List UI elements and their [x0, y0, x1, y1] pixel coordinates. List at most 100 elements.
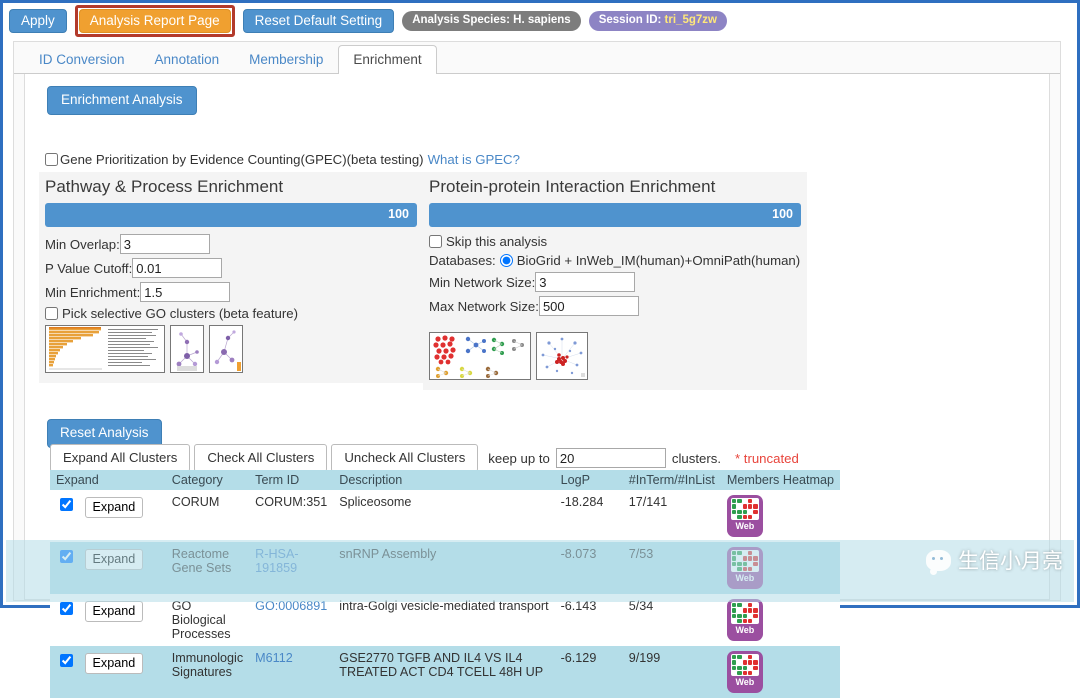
row-checkbox[interactable] — [60, 498, 73, 511]
cell-term-id[interactable]: GO:0006891 — [249, 594, 333, 646]
pathway-process-enrichment-section: Pathway & Process Enrichment 100 Min Ove… — [39, 172, 423, 383]
cell-expand: Expand — [50, 594, 166, 646]
cell-expand: Expand — [50, 646, 166, 698]
ppi-progress-bar: 100 — [429, 203, 801, 227]
skip-analysis-checkbox[interactable] — [429, 235, 442, 248]
expand-all-clusters-button[interactable]: Expand All Clusters — [50, 444, 191, 473]
go-clusters-row: Pick selective GO clusters (beta feature… — [45, 306, 417, 321]
go-network-thumbnail-2[interactable] — [209, 325, 243, 373]
cell-description: Spliceosome — [339, 495, 412, 509]
members-heatmap-button[interactable]: Web — [726, 547, 763, 589]
row-checkbox[interactable] — [60, 602, 73, 615]
heatmap-icon — [730, 550, 759, 572]
skip-analysis-label: Skip this analysis — [446, 234, 548, 249]
row-expand-button[interactable]: Expand — [84, 497, 144, 518]
ppi-enrichment-section: Protein-protein Interaction Enrichment 1… — [423, 172, 807, 390]
go-network-thumbnail-1[interactable] — [170, 325, 204, 373]
skip-analysis-row: Skip this analysis — [429, 234, 801, 249]
truncated-note: * truncated — [735, 450, 799, 466]
min-network-size-input[interactable] — [535, 272, 636, 292]
tab-id-conversion[interactable]: ID Conversion — [24, 45, 140, 74]
members-heatmap-button[interactable]: Web — [726, 599, 763, 641]
cell-category: Reactome Gene Sets — [171, 547, 232, 575]
max-network-size-input[interactable] — [538, 296, 639, 316]
cell-logp: -18.284 — [560, 495, 604, 509]
cell-expand: Expand — [50, 542, 166, 594]
min-enrichment-input[interactable] — [140, 282, 231, 302]
check-all-clusters-button[interactable]: Check All Clusters — [194, 444, 328, 473]
cell-members-heatmap: Web — [721, 542, 840, 594]
cell-term-id[interactable]: M6112 — [249, 646, 333, 698]
heatmap-icon — [730, 654, 759, 676]
ppi-thumbnails — [429, 332, 801, 380]
row-expand-button[interactable]: Expand — [84, 549, 144, 570]
heatmap-icon — [730, 602, 759, 624]
page-frame: Apply Analysis Report Page Reset Default… — [0, 0, 1080, 698]
pathway-panel-title: Pathway & Process Enrichment — [39, 172, 423, 203]
ppi-merged-network-thumbnail[interactable] — [536, 332, 588, 380]
th-expand: Expand — [50, 470, 166, 490]
clusters-label: clusters. — [671, 450, 721, 466]
tab-annotation[interactable]: Annotation — [140, 45, 235, 74]
uncheck-all-clusters-button[interactable]: Uncheck All Clusters — [331, 444, 479, 473]
pathway-progress-bar: 100 — [45, 203, 417, 227]
th-interm-inlist: #InTerm/#InList — [622, 470, 721, 490]
cell-term-id[interactable]: R-HSA-191859 — [249, 542, 333, 594]
members-heatmap-button[interactable]: Web — [726, 495, 763, 537]
th-description: Description — [333, 470, 555, 490]
keep-clusters-input[interactable] — [555, 448, 666, 469]
ppi-network-panels-thumbnail[interactable] — [429, 332, 531, 380]
analysis-report-page-highlight: Analysis Report Page — [74, 4, 235, 38]
min-overlap-label: Min Overlap: — [45, 236, 120, 252]
cell-description: snRNP Assembly — [339, 547, 437, 561]
gpec-checkbox[interactable] — [45, 153, 58, 166]
analysis-report-page-button[interactable]: Analysis Report Page — [78, 8, 231, 34]
table-row: Expand Reactome Gene Sets R-HSA-191859 s… — [50, 542, 840, 594]
min-network-size-row: Min Network Size: — [429, 272, 801, 292]
cell-category: GO Biological Processes — [171, 599, 231, 641]
table-row: Expand Immunologic Signatures M6112 GSE2… — [50, 646, 840, 698]
min-overlap-input[interactable] — [119, 234, 210, 254]
p-value-cutoff-input[interactable] — [132, 258, 223, 278]
table-body: Expand CORUM CORUM:351 Spliceosome -18.2… — [50, 490, 840, 698]
gpec-label: Gene Prioritization by Evidence Counting… — [60, 152, 424, 167]
cell-description: intra-Golgi vesicle-mediated transport — [339, 599, 549, 613]
cell-logp: -6.129 — [560, 651, 597, 665]
ppi-panel-body: 100 Skip this analysis Databases: BioGri… — [423, 203, 807, 390]
heatmap-web-label: Web — [735, 573, 755, 583]
enrichment-analysis-button[interactable]: Enrichment Analysis — [47, 86, 197, 115]
what-is-gpec-link[interactable]: What is GPEC? — [428, 152, 520, 167]
analysis-species-badge: Analysis Species: H. sapiens — [402, 10, 581, 32]
row-checkbox[interactable] — [60, 654, 73, 667]
tab-membership[interactable]: Membership — [234, 45, 338, 74]
go-clusters-checkbox[interactable] — [45, 307, 58, 320]
databases-radio-biogrid[interactable] — [499, 254, 513, 267]
cell-expand: Expand — [50, 490, 166, 542]
cell-interm-inlist: 9/199 — [628, 651, 661, 665]
enrichment-table: Expand Category Term ID Description LogP… — [50, 470, 840, 698]
table-row: Expand GO Biological Processes GO:000689… — [50, 594, 840, 646]
apply-button[interactable]: Apply — [9, 8, 67, 34]
main-card: ID Conversion Annotation Membership Enri… — [13, 41, 1061, 698]
members-heatmap-button[interactable]: Web — [726, 651, 763, 693]
th-term-id: Term ID — [249, 470, 334, 490]
go-clusters-label: Pick selective GO clusters (beta feature… — [62, 306, 298, 321]
min-enrichment-label: Min Enrichment: — [45, 284, 141, 300]
th-members-heatmap: Members Heatmap — [720, 470, 840, 490]
row-checkbox[interactable] — [60, 550, 73, 563]
databases-label: Databases: — [429, 253, 496, 268]
max-network-size-label: Max Network Size: — [429, 298, 539, 314]
tab-bar: ID Conversion Annotation Membership Enri… — [14, 42, 1060, 74]
databases-row: Databases: BioGrid + InWeb_IM(human)+Omn… — [429, 253, 801, 268]
max-network-size-row: Max Network Size: — [429, 296, 801, 316]
cell-interm-inlist: 17/141 — [628, 495, 668, 509]
enrichment-panel: Enrichment Analysis Gene Prioritization … — [24, 74, 1050, 698]
reset-default-setting-button[interactable]: Reset Default Setting — [242, 8, 395, 34]
cell-description: GSE2770 TGFB AND IL4 VS IL4 TREATED ACT … — [339, 651, 544, 679]
go-enrichment-barchart-thumbnail[interactable] — [45, 325, 165, 373]
row-expand-button[interactable]: Expand — [84, 653, 144, 674]
tab-enrichment[interactable]: Enrichment — [338, 45, 437, 74]
cell-interm-inlist: 5/34 — [628, 599, 654, 613]
th-logp: LogP — [554, 470, 623, 490]
row-expand-button[interactable]: Expand — [84, 601, 144, 622]
